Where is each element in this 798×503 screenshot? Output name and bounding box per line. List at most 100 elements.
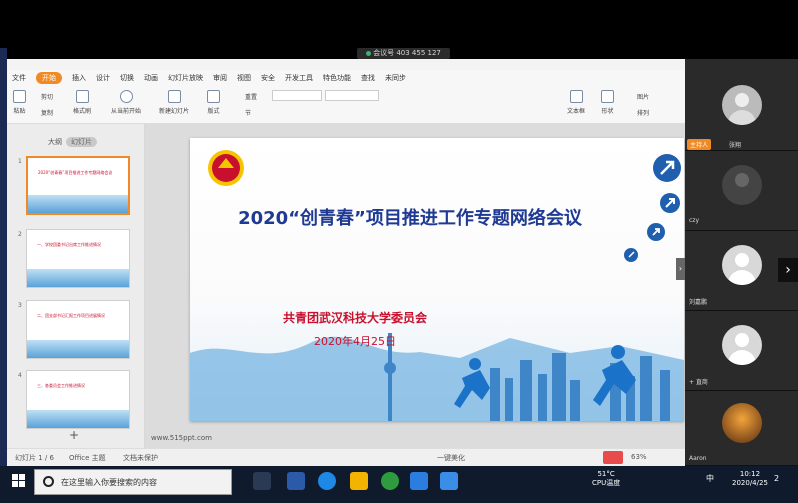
arrow-circle-icons — [624, 154, 681, 262]
textbox-button[interactable]: 文本框 — [567, 90, 585, 115]
thumb-number: 1 — [18, 158, 22, 165]
ime-indicator[interactable]: 中 — [706, 474, 714, 483]
reset-button[interactable]: 重置 — [245, 92, 257, 101]
menu-start[interactable]: 开始 — [36, 72, 62, 84]
menu-features[interactable]: 特色功能 — [323, 73, 351, 83]
clock-date: 2020/4/25 — [732, 479, 768, 487]
tab-outline[interactable]: 大纲 — [48, 138, 62, 146]
video-tile[interactable]: + 直商 — [685, 311, 798, 391]
cpu-temp: 51°C CPU温度 — [592, 470, 620, 488]
font-name-select[interactable] — [272, 90, 322, 101]
avatar — [722, 85, 762, 125]
video-tile[interactable]: 主持人 张翔 — [685, 59, 798, 151]
shape-button[interactable]: 形状 — [601, 90, 614, 115]
host-badge: 主持人 — [687, 139, 712, 150]
section-button[interactable]: 节 — [245, 108, 251, 117]
new-slide-icon — [167, 90, 181, 103]
thumbnail-slide-4[interactable]: 三、各委员会工作推进情况 — [26, 370, 130, 429]
win-pane — [12, 474, 18, 480]
menu-developer[interactable]: 开发工具 — [285, 73, 313, 83]
menu-file[interactable]: 文件 — [12, 73, 26, 83]
menu-insert[interactable]: 插入 — [72, 73, 86, 83]
theme-name: Office 主题 — [69, 454, 106, 462]
picture-button[interactable]: 图片 — [637, 92, 649, 101]
format-painter-label: 格式刷 — [73, 108, 92, 115]
textbox-label: 文本框 — [567, 108, 586, 115]
windows-start-icon[interactable] — [12, 474, 26, 488]
font-size-select[interactable] — [325, 90, 379, 101]
menu-slideshow[interactable]: 幻灯片放映 — [168, 73, 203, 83]
meeting-id: 会议号 403 455 127 — [373, 49, 441, 57]
thumb-title: 2020“创青春”项目推进工作专题网络会议 — [38, 170, 113, 175]
thumb-skyline — [28, 195, 128, 213]
avatar-head — [735, 93, 749, 107]
menu-sync[interactable]: 未同步 — [385, 73, 406, 83]
format-painter-button[interactable]: 格式刷 — [73, 90, 91, 115]
video-tile[interactable]: Aaron — [685, 391, 798, 466]
clock[interactable]: 10:12 2020/4/25 — [732, 470, 768, 488]
screen: 会议号 403 455 127 文件 开始 插入 设计 切换 动画 幻灯片放映 … — [0, 0, 798, 503]
slide-next-tab[interactable]: › — [676, 258, 685, 280]
cpu-temp-value: 51°C — [597, 470, 615, 478]
search-placeholder: 在这里输入你要搜索的内容 — [61, 478, 157, 487]
arrange-button[interactable]: 排列 — [637, 108, 649, 117]
participant-name: 刘嘉鹏 — [689, 299, 708, 306]
notification-button[interactable]: 2 — [774, 474, 779, 483]
edge-browser-icon[interactable] — [318, 472, 336, 490]
layout-button[interactable]: 版式 — [207, 90, 220, 115]
cut-label: 剪切 — [41, 94, 54, 101]
menu-find[interactable]: 查找 — [361, 73, 375, 83]
play-slideshow-button[interactable] — [603, 451, 623, 464]
zoom-level[interactable]: 63% — [631, 453, 647, 461]
menu-transition[interactable]: 切换 — [120, 73, 134, 83]
cpu-temp-label: CPU温度 — [592, 479, 621, 487]
left-edge — [0, 48, 7, 466]
thumbnail-slide-2[interactable]: 一、学校团委书记出席工作推进情况 — [26, 229, 130, 288]
slide-counter: 幻灯片 1 / 6 — [15, 454, 54, 462]
slide-date: 2020年4月25日 — [314, 335, 396, 348]
meeting-id-bar[interactable]: 会议号 403 455 127 — [357, 48, 450, 59]
menu-view[interactable]: 视图 — [237, 73, 251, 83]
taskbar-search-input[interactable]: 在这里输入你要搜索的内容 — [34, 469, 232, 495]
win-pane — [12, 481, 18, 487]
menu-review[interactable]: 审阅 — [213, 73, 227, 83]
signal-icon — [366, 50, 372, 56]
avatar-head — [735, 333, 749, 347]
copy-button[interactable]: 复制 — [41, 108, 53, 117]
top-black-area — [0, 0, 798, 48]
picture-label: 图片 — [637, 94, 650, 101]
from-current-button[interactable]: 从当前开始 — [111, 90, 141, 115]
thumb-number: 3 — [18, 302, 22, 309]
paste-icon — [13, 90, 26, 103]
brush-icon — [75, 90, 89, 103]
task-view-icon[interactable] — [253, 472, 271, 490]
paste-button[interactable]: 粘贴 — [13, 90, 26, 115]
app-icon[interactable] — [287, 472, 305, 490]
meeting-app-icon[interactable] — [440, 472, 458, 490]
video-next-chevron-icon[interactable]: › — [778, 258, 798, 282]
new-slide-button[interactable]: 新建幻灯片 — [159, 90, 189, 115]
add-slide-button[interactable]: + — [69, 428, 79, 442]
thumb-number: 4 — [18, 372, 22, 379]
file-explorer-icon[interactable] — [350, 472, 368, 490]
avatar-body — [728, 350, 756, 365]
video-tile[interactable]: czy — [685, 151, 798, 231]
app-icon[interactable] — [381, 472, 399, 490]
shape-icon — [601, 90, 614, 103]
wps-icon[interactable] — [410, 472, 428, 490]
clock-time: 10:12 — [739, 470, 761, 478]
thumb-skyline — [27, 410, 129, 428]
thumb-title: 二、团支部书记汇报工作项目进展情况 — [37, 313, 105, 318]
tab-slides[interactable]: 幻灯片 — [66, 137, 97, 147]
menu-animation[interactable]: 动画 — [144, 73, 158, 83]
thumbnail-slide-3[interactable]: 二、团支部书记汇报工作项目进展情况 — [26, 300, 130, 359]
cut-button[interactable]: 剪切 — [41, 92, 53, 101]
menu-security[interactable]: 安全 — [261, 73, 275, 83]
beautify-button[interactable]: 一键美化 — [437, 453, 465, 463]
thumbnail-slide-1[interactable]: 2020“创青春”项目推进工作专题网络会议 — [26, 156, 130, 215]
win-pane — [19, 474, 25, 480]
backup-status[interactable]: 文档未保护 — [123, 453, 158, 463]
avatar-body — [728, 270, 756, 285]
menu-design[interactable]: 设计 — [96, 73, 110, 83]
panel-tabs: 大纲 幻灯片 — [48, 137, 97, 147]
